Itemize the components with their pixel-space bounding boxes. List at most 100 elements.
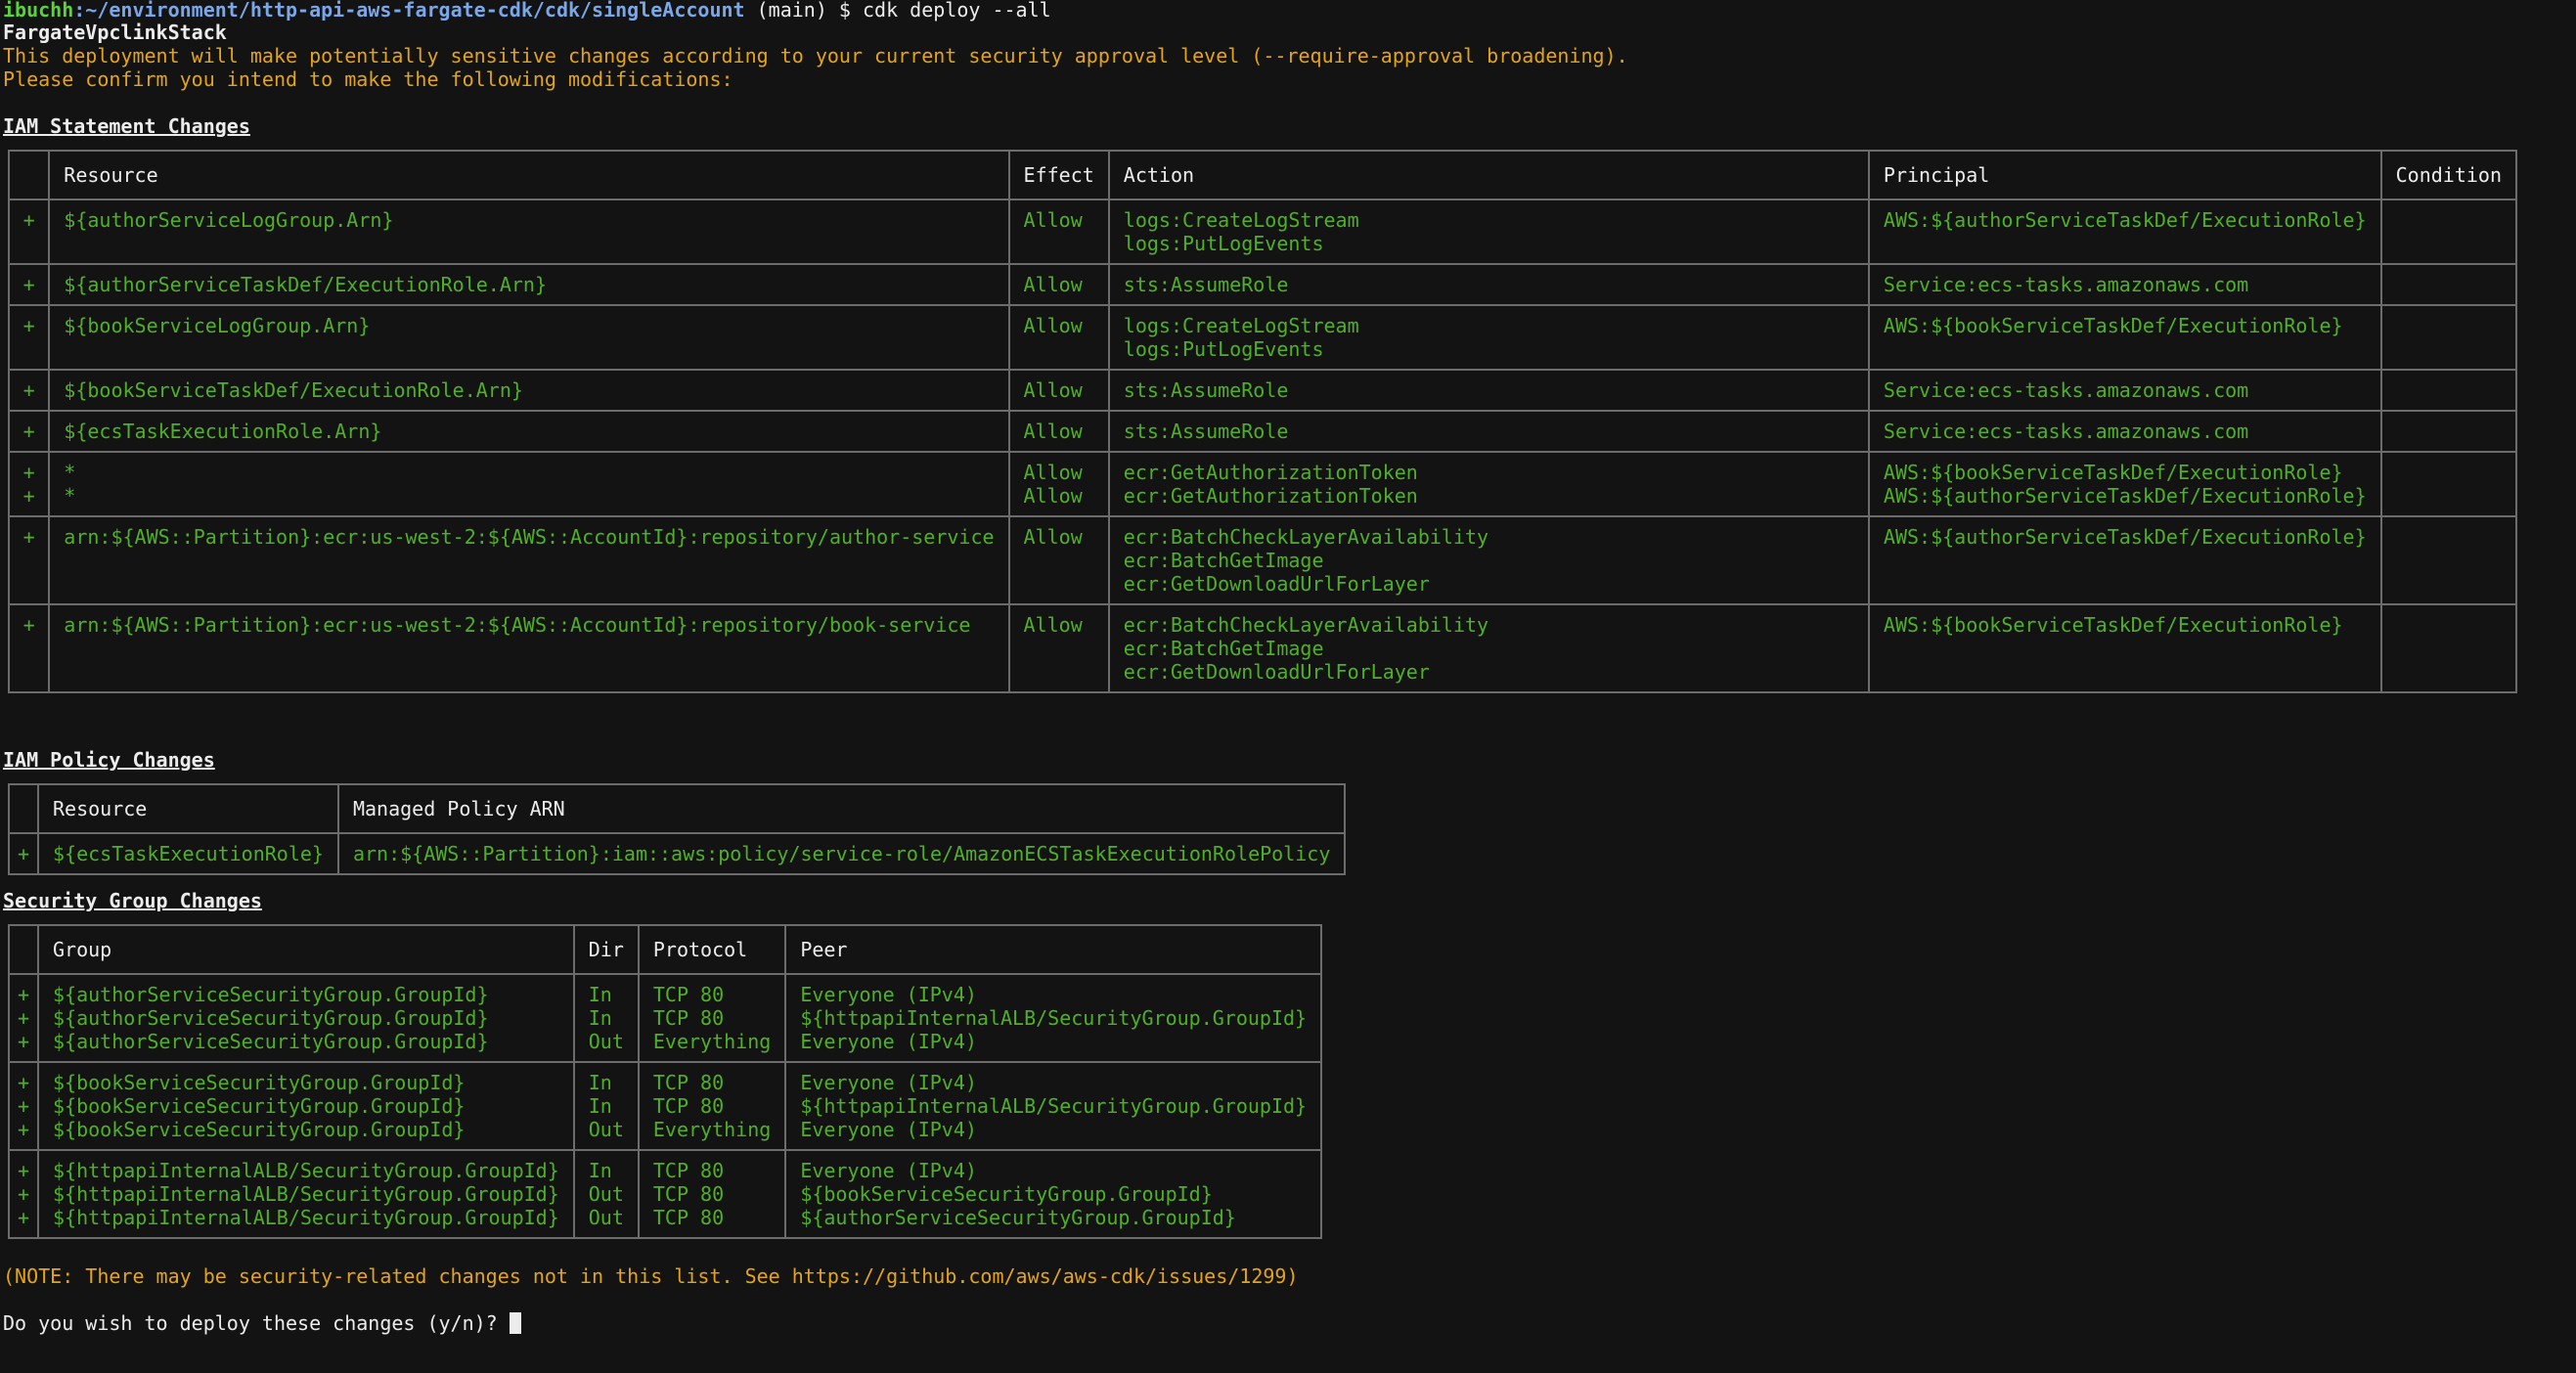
effect-cell: Allow xyxy=(1007,603,1110,693)
header-cell xyxy=(8,924,39,975)
principal-cell: Service:ecs-tasks.amazonaws.com xyxy=(1867,410,2382,453)
security-note: (NOTE: There may be security-related cha… xyxy=(3,1264,1299,1288)
action-cell: sts:AssumeRole xyxy=(1107,410,1870,453)
condition-cell xyxy=(2379,263,2518,306)
condition-cell xyxy=(2379,410,2518,453)
principal-cell: AWS:${authorServiceTaskDef/ExecutionRole… xyxy=(1867,199,2382,265)
table-row: + ${ecsTaskExecutionRole} arn:${AWS::Par… xyxy=(8,832,1347,875)
dir-cell: In In Out xyxy=(572,1061,640,1151)
header-peer: Peer xyxy=(784,924,1323,975)
table-row: + + + ${bookServiceSecurityGroup.GroupId… xyxy=(8,1061,1323,1151)
iam-policy-changes-title: IAM Policy Changes xyxy=(3,748,215,772)
peer-cell: Everyone (IPv4) ${httpapiInternalALB/Sec… xyxy=(784,1061,1323,1151)
table-header-row: Group Dir Protocol Peer xyxy=(8,924,1323,975)
table-row: + arn:${AWS::Partition}:ecr:us-west-2:${… xyxy=(7,515,2518,605)
group-cell: ${bookServiceSecurityGroup.GroupId} ${bo… xyxy=(37,1061,575,1151)
condition-cell xyxy=(2379,369,2518,412)
header-principal: Principal xyxy=(1867,150,2382,200)
change-marker: + + xyxy=(7,451,51,517)
resource-cell: ${ecsTaskExecutionRole} xyxy=(37,832,339,875)
change-marker: + xyxy=(7,304,51,371)
change-marker: + xyxy=(7,263,51,306)
condition-cell xyxy=(2379,603,2518,693)
change-marker: + + + xyxy=(8,1149,39,1239)
header-protocol: Protocol xyxy=(637,924,787,975)
peer-cell: Everyone (IPv4) ${httpapiInternalALB/Sec… xyxy=(784,973,1323,1063)
prompt-branch: (main) xyxy=(744,0,839,22)
prompt-user: ibuchh xyxy=(3,0,74,22)
principal-cell: Service:ecs-tasks.amazonaws.com xyxy=(1867,263,2382,306)
protocol-cell: TCP 80 TCP 80 TCP 80 xyxy=(637,1149,787,1239)
table-row: + arn:${AWS::Partition}:ecr:us-west-2:${… xyxy=(7,603,2518,693)
table-row: + + * * Allow Allow ecr:GetAuthorization… xyxy=(7,451,2518,517)
protocol-cell: TCP 80 TCP 80 Everything xyxy=(637,1061,787,1151)
group-cell: ${httpapiInternalALB/SecurityGroup.Group… xyxy=(37,1149,575,1239)
stack-name: FargateVpclinkStack xyxy=(3,21,227,44)
action-cell: ecr:BatchCheckLayerAvailability ecr:Batc… xyxy=(1107,515,1870,605)
change-marker: + + + xyxy=(8,1061,39,1151)
resource-cell: ${bookServiceTaskDef/ExecutionRole.Arn} xyxy=(48,369,1010,412)
effect-cell: Allow xyxy=(1007,515,1110,605)
effect-cell: Allow xyxy=(1007,263,1110,306)
dir-cell: In Out Out xyxy=(572,1149,640,1239)
header-managed-policy-arn: Managed Policy ARN xyxy=(336,783,1347,834)
header-action: Action xyxy=(1107,150,1870,200)
table-row: + ${bookServiceLogGroup.Arn} Allow logs:… xyxy=(7,304,2518,371)
condition-cell xyxy=(2379,451,2518,517)
warning-line-1: This deployment will make potentially se… xyxy=(3,44,1628,67)
resource-cell: * * xyxy=(48,451,1010,517)
header-cell xyxy=(8,783,39,834)
iam-policy-table: Resource Managed Policy ARN + ${ecsTaskE… xyxy=(8,783,1347,875)
resource-cell: ${bookServiceLogGroup.Arn} xyxy=(48,304,1010,371)
dir-cell: In In Out xyxy=(572,973,640,1063)
confirm-prompt-line[interactable]: Do you wish to deploy these changes (y/n… xyxy=(3,1311,521,1335)
action-cell: ecr:BatchCheckLayerAvailability ecr:Batc… xyxy=(1107,603,1870,693)
confirm-prompt: Do you wish to deploy these changes (y/n… xyxy=(3,1311,510,1335)
resource-cell: arn:${AWS::Partition}:ecr:us-west-2:${AW… xyxy=(48,603,1010,693)
principal-cell: AWS:${authorServiceTaskDef/ExecutionRole… xyxy=(1867,515,2382,605)
header-dir: Dir xyxy=(572,924,640,975)
action-cell: logs:CreateLogStream logs:PutLogEvents xyxy=(1107,304,1870,371)
principal-cell: AWS:${bookServiceTaskDef/ExecutionRole} xyxy=(1867,304,2382,371)
protocol-cell: TCP 80 TCP 80 Everything xyxy=(637,973,787,1063)
header-condition: Condition xyxy=(2379,150,2518,200)
resource-cell: ${authorServiceTaskDef/ExecutionRole.Arn… xyxy=(48,263,1010,306)
security-group-changes-title: Security Group Changes xyxy=(3,889,262,912)
resource-cell: ${authorServiceLogGroup.Arn} xyxy=(48,199,1010,265)
table-row: + ${authorServiceTaskDef/ExecutionRole.A… xyxy=(7,263,2518,306)
change-marker: + xyxy=(7,410,51,453)
prompt-path: ~/environment/http-api-aws-fargate-cdk/c… xyxy=(85,0,745,22)
table-header-row: Resource Managed Policy ARN xyxy=(8,783,1347,834)
effect-cell: Allow xyxy=(1007,304,1110,371)
change-marker: + xyxy=(7,199,51,265)
iam-statement-table: Resource Effect Action Principal Conditi… xyxy=(7,150,2518,693)
header-resource: Resource xyxy=(48,150,1010,200)
terminal-window[interactable]: ibuchh:~/environment/http-api-aws-fargat… xyxy=(0,0,2576,1373)
effect-cell: Allow xyxy=(1007,369,1110,412)
principal-cell: AWS:${bookServiceTaskDef/ExecutionRole} … xyxy=(1867,451,2382,517)
change-marker: + xyxy=(7,515,51,605)
effect-cell: Allow xyxy=(1007,199,1110,265)
peer-cell: Everyone (IPv4) ${bookServiceSecurityGro… xyxy=(784,1149,1323,1239)
iam-statement-changes-title: IAM Statement Changes xyxy=(3,114,250,138)
principal-cell: Service:ecs-tasks.amazonaws.com xyxy=(1867,369,2382,412)
table-row: + ${ecsTaskExecutionRole.Arn} Allow sts:… xyxy=(7,410,2518,453)
condition-cell xyxy=(2379,199,2518,265)
action-cell: logs:CreateLogStream logs:PutLogEvents xyxy=(1107,199,1870,265)
table-header-row: Resource Effect Action Principal Conditi… xyxy=(7,150,2518,200)
action-cell: sts:AssumeRole xyxy=(1107,369,1870,412)
resource-cell: arn:${AWS::Partition}:ecr:us-west-2:${AW… xyxy=(48,515,1010,605)
action-cell: ecr:GetAuthorizationToken ecr:GetAuthori… xyxy=(1107,451,1870,517)
terminal-cursor[interactable] xyxy=(509,1312,521,1334)
table-row: + + + ${authorServiceSecurityGroup.Group… xyxy=(8,973,1323,1063)
action-cell: sts:AssumeRole xyxy=(1107,263,1870,306)
resource-cell: ${ecsTaskExecutionRole.Arn} xyxy=(48,410,1010,453)
change-marker: + xyxy=(7,369,51,412)
effect-cell: Allow Allow xyxy=(1007,451,1110,517)
principal-cell: AWS:${bookServiceTaskDef/ExecutionRole} xyxy=(1867,603,2382,693)
change-marker: + + + xyxy=(8,973,39,1063)
condition-cell xyxy=(2379,515,2518,605)
change-marker: + xyxy=(8,832,39,875)
security-group-table: Group Dir Protocol Peer + + + ${authorSe… xyxy=(8,924,1323,1239)
table-row: + ${authorServiceLogGroup.Arn} Allow log… xyxy=(7,199,2518,265)
